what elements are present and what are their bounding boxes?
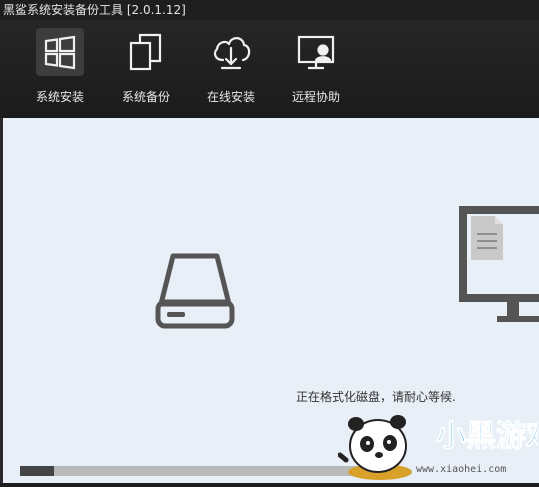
progress-bar-fill [20, 466, 55, 476]
tab-remote-assist[interactable]: 远程协助 [281, 26, 351, 112]
tab-online-install[interactable]: 在线安装 [196, 26, 266, 112]
tab-label: 远程协助 [291, 90, 340, 104]
watermark-url: www.xiaohei.com [416, 464, 506, 475]
watermark-text: 小黑游戏 [436, 420, 538, 453]
monitor-document-icon [459, 206, 539, 330]
remote-support-icon [292, 28, 340, 76]
hard-drive-icon [153, 248, 237, 330]
tab-system-install[interactable]: 系统安装 [25, 26, 95, 112]
status-text: 正在格式化磁盘，请耐心等候. [296, 390, 456, 404]
tab-label: 在线安装 [206, 90, 255, 104]
windows-icon [36, 28, 84, 76]
cloud-download-icon [207, 28, 255, 76]
tab-label: 系统备份 [121, 90, 170, 104]
copy-icon [122, 28, 170, 76]
tab-label: 系统安装 [35, 90, 84, 104]
window-title: 黑鲨系统安装备份工具 [2.0.1.12] [3, 3, 186, 17]
watermark-logo: 小黑游戏 www.xiaohei.com [337, 410, 539, 483]
tab-system-backup[interactable]: 系统备份 [111, 26, 181, 112]
panda-mascot-icon [337, 415, 412, 480]
toolbar: 系统安装 系统备份 在线安装 远程协助 [0, 20, 539, 118]
